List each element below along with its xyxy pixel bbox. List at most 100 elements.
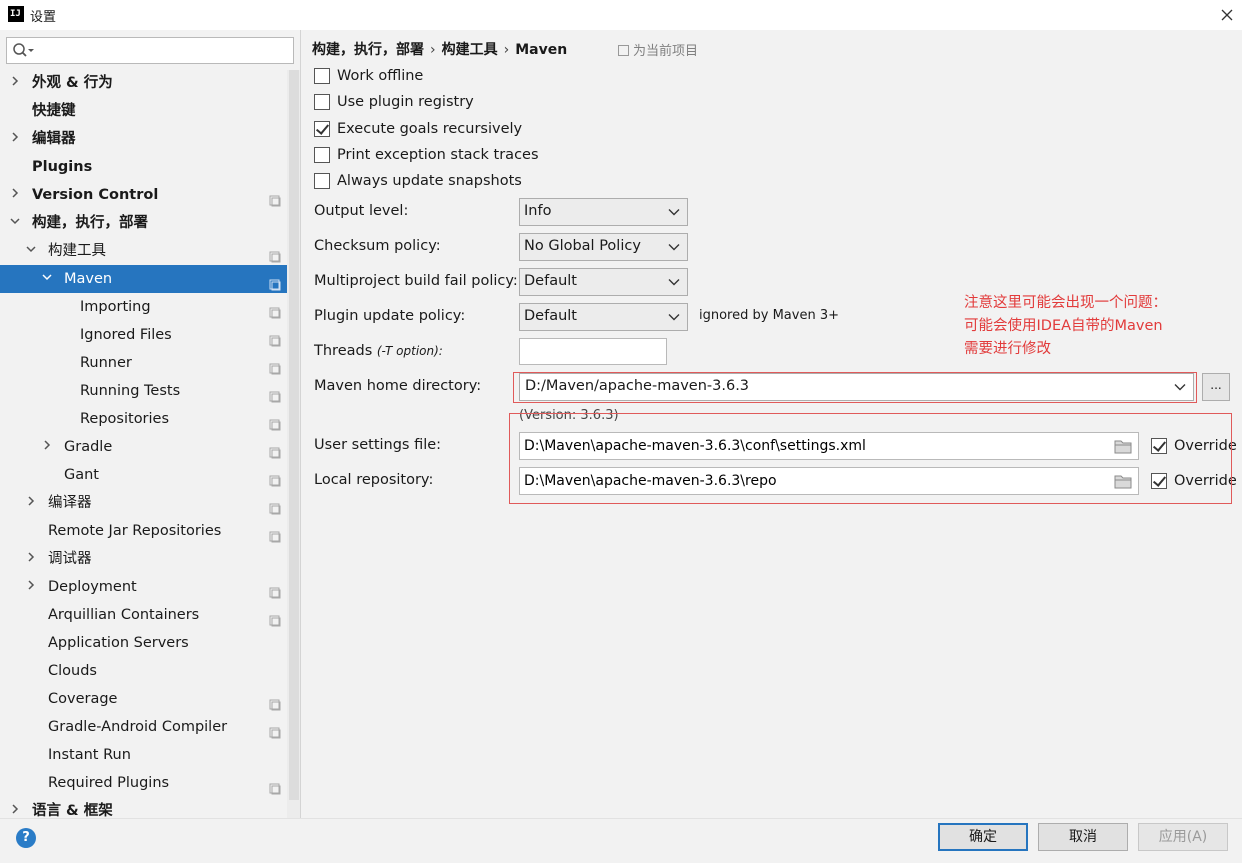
dropdown-value: Default <box>524 273 577 289</box>
sidebar-item[interactable]: 编辑器 <box>0 125 287 153</box>
chevron-right-icon[interactable] <box>24 545 38 573</box>
chevron-down-icon[interactable] <box>40 265 54 293</box>
sidebar-item[interactable]: 编译器 <box>0 489 287 517</box>
sidebar-item[interactable]: 调试器 <box>0 545 287 573</box>
project-scope-icon <box>269 329 281 347</box>
sidebar-scrollbar-thumb[interactable] <box>289 70 299 800</box>
local-repository-label: Local repository: <box>314 472 434 488</box>
chevron-down-icon <box>668 209 680 216</box>
user-settings-label: User settings file: <box>314 437 442 453</box>
sidebar-item[interactable]: Maven <box>0 265 287 293</box>
ok-button[interactable]: 确定 <box>938 823 1028 851</box>
checkbox-box[interactable] <box>314 68 330 84</box>
chevron-right-icon[interactable] <box>8 125 22 153</box>
checkbox-box[interactable] <box>314 173 330 189</box>
threads-input[interactable] <box>519 338 667 365</box>
project-scope-icon <box>269 693 281 711</box>
checkbox-box[interactable] <box>314 147 330 163</box>
cancel-button[interactable]: 取消 <box>1038 823 1128 851</box>
annotation-line: 需要进行修改 <box>964 341 1051 357</box>
sidebar-item-label: Arquillian Containers <box>48 607 200 623</box>
checkbox-box[interactable] <box>314 94 330 110</box>
project-scope-icon <box>269 441 281 459</box>
annotation-line: 注意这里可能会出现一个问题： <box>964 295 1167 311</box>
sidebar-item[interactable]: Clouds <box>0 657 287 685</box>
sidebar-item[interactable]: Running Tests <box>0 377 287 405</box>
breadcrumb-separator: › <box>430 42 436 58</box>
sidebar-item[interactable]: Gradle <box>0 433 287 461</box>
checksum-policy-label: Checksum policy: <box>314 238 441 254</box>
sidebar-item-label: Maven <box>64 271 113 287</box>
sidebar-item[interactable]: Plugins <box>0 153 287 181</box>
search-box[interactable] <box>6 37 294 64</box>
sidebar-item-label: Clouds <box>48 663 97 679</box>
threads-label-text: Threads <box>314 343 373 359</box>
project-scope-icon <box>269 385 281 403</box>
search-input[interactable] <box>37 40 287 61</box>
sidebar-item-label: 快捷键 <box>32 103 76 119</box>
sidebar-item[interactable]: Ignored Files <box>0 321 287 349</box>
sidebar-item[interactable]: Repositories <box>0 405 287 433</box>
sidebar-item[interactable]: Gradle-Android Compiler <box>0 713 287 741</box>
sidebar-item-label: 编辑器 <box>32 131 76 147</box>
chevron-down-icon[interactable] <box>8 209 22 237</box>
chevron-right-icon[interactable] <box>8 181 22 209</box>
plugin-update-policy-dropdown[interactable]: Default <box>519 303 688 331</box>
sidebar-item[interactable]: 语言 & 框架 <box>0 797 287 818</box>
sidebar-item[interactable]: Instant Run <box>0 741 287 769</box>
checkbox-label: Execute goals recursively <box>337 121 523 137</box>
project-scope-icon <box>269 245 281 263</box>
close-button[interactable] <box>1212 0 1242 30</box>
sidebar-item[interactable]: Arquillian Containers <box>0 601 287 629</box>
sidebar-item-label: 构建，执行，部署 <box>32 215 148 231</box>
checkbox-label: Always update snapshots <box>337 173 522 189</box>
multiproject-fail-policy-dropdown[interactable]: Default <box>519 268 688 296</box>
sidebar-item[interactable]: Coverage <box>0 685 287 713</box>
chevron-right-icon[interactable] <box>8 69 22 97</box>
sidebar-item-label: Runner <box>80 355 132 371</box>
sidebar-item[interactable]: Importing <box>0 293 287 321</box>
browse-maven-home-button[interactable]: ... <box>1202 373 1230 401</box>
project-scope-icon <box>269 469 281 487</box>
checkbox-label: Work offline <box>337 68 424 84</box>
sidebar-item[interactable]: Remote Jar Repositories <box>0 517 287 545</box>
sidebar-item-label: Importing <box>80 299 151 315</box>
project-scope-icon <box>269 609 281 627</box>
sidebar-item[interactable]: 构建工具 <box>0 237 287 265</box>
close-icon <box>1221 9 1233 21</box>
sidebar-item[interactable]: 构建，执行，部署 <box>0 209 287 237</box>
chevron-right-icon[interactable] <box>24 573 38 601</box>
sidebar-item[interactable]: Gant <box>0 461 287 489</box>
plugin-update-policy-label: Plugin update policy: <box>314 308 466 324</box>
sidebar-item[interactable]: 外观 & 行为 <box>0 69 287 97</box>
project-scope-icon <box>269 525 281 543</box>
sidebar-item[interactable]: Application Servers <box>0 629 287 657</box>
sidebar-item-label: Application Servers <box>48 635 189 651</box>
chevron-right-icon[interactable] <box>40 433 54 461</box>
sidebar-item[interactable]: 快捷键 <box>0 97 287 125</box>
sidebar-item-label: Ignored Files <box>80 327 172 343</box>
sidebar-item-label: Deployment <box>48 579 137 595</box>
sidebar-item[interactable]: Runner <box>0 349 287 377</box>
sidebar-item-label: Gant <box>64 467 99 483</box>
sidebar-item-label: 编译器 <box>48 495 92 511</box>
breadcrumb-item: 构建，执行，部署 <box>312 42 424 58</box>
chevron-right-icon[interactable] <box>24 489 38 517</box>
project-scope-icon <box>269 357 281 375</box>
checksum-policy-dropdown[interactable]: No Global Policy <box>519 233 688 261</box>
checkbox-label: Use plugin registry <box>337 94 474 110</box>
sidebar-item-label: Coverage <box>48 691 118 707</box>
checkbox-box[interactable] <box>314 121 330 137</box>
sidebar-item[interactable]: Deployment <box>0 573 287 601</box>
sidebar-item[interactable]: Version Control <box>0 181 287 209</box>
chevron-right-icon[interactable] <box>8 797 22 818</box>
maven-home-label: Maven home directory: <box>314 378 482 394</box>
threads-label: Threads (-T option): <box>314 343 443 359</box>
sidebar-item[interactable]: Required Plugins <box>0 769 287 797</box>
output-level-dropdown[interactable]: Info <box>519 198 688 226</box>
breadcrumb: 构建，执行，部署 › 构建工具 › Maven <box>312 39 567 59</box>
help-button[interactable]: ? <box>16 828 36 848</box>
chevron-down-icon[interactable] <box>24 237 38 265</box>
apply-button[interactable]: 应用(A) <box>1138 823 1228 851</box>
chevron-down-icon <box>668 244 680 251</box>
